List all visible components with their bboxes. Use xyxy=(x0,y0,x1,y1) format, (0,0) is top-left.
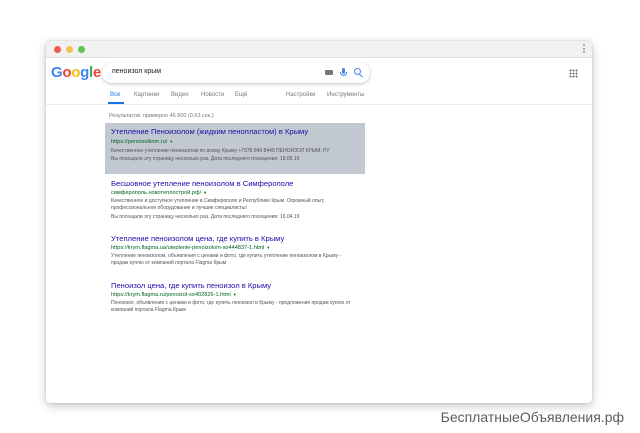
result-url[interactable]: https://krym.flagma.ua/uteplenie-penoizo… xyxy=(111,245,270,251)
search-result: Утепление пеноизолом цена, где купить в … xyxy=(105,231,365,271)
dropdown-arrow-icon[interactable]: ▼ xyxy=(169,139,173,144)
tab-tools[interactable]: Инструменты xyxy=(327,92,364,98)
microphone-icon[interactable] xyxy=(340,68,347,76)
results-stats: Результатов: примерно 46 800 (0,63 сек.) xyxy=(109,113,214,119)
search-icon[interactable] xyxy=(354,68,361,75)
browser-window: Google пеноизол крым Все Картинки Видео … xyxy=(46,41,592,403)
title-bar xyxy=(46,41,592,58)
result-url[interactable]: https://penoizolkrim.ru/▼ xyxy=(111,139,173,145)
tab-images[interactable]: Картинки xyxy=(134,92,159,98)
google-logo[interactable]: Google xyxy=(51,64,101,81)
result-url[interactable]: симферополь.новотеплострой.рф/▼ xyxy=(111,190,207,196)
result-title[interactable]: Утепление Пеноизолом (жидким пенопластом… xyxy=(111,127,308,136)
dropdown-arrow-icon[interactable]: ▼ xyxy=(233,292,237,297)
result-visited-note: Вы посещали эту страницу несколько раз. … xyxy=(111,156,300,162)
result-url-text: https://krym.flagma.ru/penoizol-so402826… xyxy=(111,292,231,298)
tab-all[interactable]: Все xyxy=(110,92,120,98)
search-result: Утепление Пеноизолом (жидким пенопластом… xyxy=(105,123,365,174)
maximize-window-button[interactable] xyxy=(78,46,85,53)
logo-letter: G xyxy=(51,64,63,81)
logo-letter: o xyxy=(62,64,72,81)
result-snippet: Утепление пеноизолом, объявления с ценам… xyxy=(111,253,342,266)
minimize-window-button[interactable] xyxy=(66,46,73,53)
search-tabs: Все Картинки Видео Новости Ещё Настройки… xyxy=(46,87,592,105)
result-title[interactable]: Бесшовное утепление пеноизолом в Симферо… xyxy=(111,179,293,188)
logo-letter: o xyxy=(71,64,81,81)
keyboard-icon[interactable] xyxy=(325,70,333,75)
result-url-text: симферополь.новотеплострой.рф/ xyxy=(111,190,202,196)
result-snippet: Качественное и доступное утепление в Сим… xyxy=(111,198,325,211)
tab-video[interactable]: Видео xyxy=(171,92,189,98)
dropdown-arrow-icon[interactable]: ▼ xyxy=(203,190,207,195)
search-result: Пеноизол цена, где купить пеноизол в Кры… xyxy=(105,278,365,318)
apps-grid-icon[interactable] xyxy=(569,69,578,78)
search-input[interactable]: пеноизол крым xyxy=(102,63,370,83)
result-snippet: Пеноизол, объявления с ценами и фото, гд… xyxy=(111,300,351,313)
logo-letter: e xyxy=(92,64,101,81)
close-window-button[interactable] xyxy=(54,46,61,53)
result-title[interactable]: Пеноизол цена, где купить пеноизол в Кры… xyxy=(111,281,271,290)
search-result: Бесшовное утепление пеноизолом в Симферо… xyxy=(105,176,365,224)
menu-kebab-icon[interactable] xyxy=(583,44,586,55)
active-tab-indicator xyxy=(108,102,124,104)
tab-settings[interactable]: Настройки xyxy=(286,92,315,98)
logo-letter: g xyxy=(80,64,89,81)
result-title[interactable]: Утепление пеноизолом цена, где купить в … xyxy=(111,234,284,243)
result-url-text: https://krym.flagma.ua/uteplenie-penoizo… xyxy=(111,245,265,251)
dropdown-arrow-icon[interactable]: ▼ xyxy=(266,245,270,250)
result-visited-note: Вы посещали эту страницу несколько раз. … xyxy=(111,214,300,220)
tab-more[interactable]: Ещё xyxy=(235,92,247,98)
result-snippet: Качественное утепление пеноизолом по все… xyxy=(111,148,330,154)
result-url-text: https://penoizolkrim.ru/ xyxy=(111,139,168,145)
tab-news[interactable]: Новости xyxy=(201,92,224,98)
watermark-text: БесплатныеОбъявления.рф xyxy=(440,409,624,425)
result-url[interactable]: https://krym.flagma.ru/penoizol-so402826… xyxy=(111,292,237,298)
search-query[interactable]: пеноизол крым xyxy=(112,68,161,75)
